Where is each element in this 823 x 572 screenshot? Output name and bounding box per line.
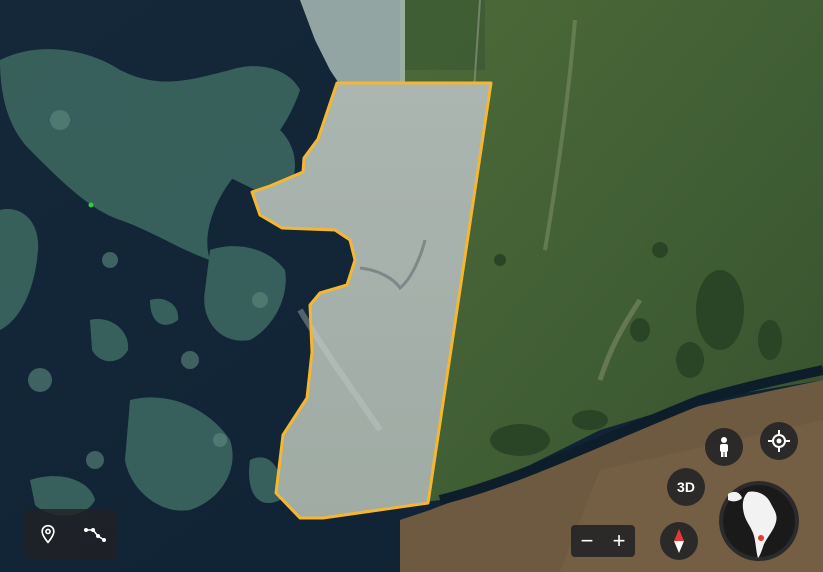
globe-icon[interactable]: [718, 480, 800, 562]
zoom-out-button[interactable]: −: [573, 527, 601, 555]
map-marker-dot: [88, 202, 94, 208]
map-tools-panel: [24, 509, 118, 559]
zoom-control: − +: [571, 525, 635, 557]
compass-icon[interactable]: [660, 522, 698, 560]
zoom-in-label: +: [612, 528, 626, 553]
measure-path-icon[interactable]: [79, 518, 111, 550]
my-location-icon[interactable]: [760, 422, 798, 460]
zoom-in-button[interactable]: +: [605, 527, 633, 555]
toggle-3d-button[interactable]: 3D: [667, 468, 705, 506]
place-pin-icon[interactable]: [32, 518, 64, 550]
zoom-out-label: −: [580, 528, 594, 553]
pegman-icon[interactable]: [705, 428, 743, 466]
